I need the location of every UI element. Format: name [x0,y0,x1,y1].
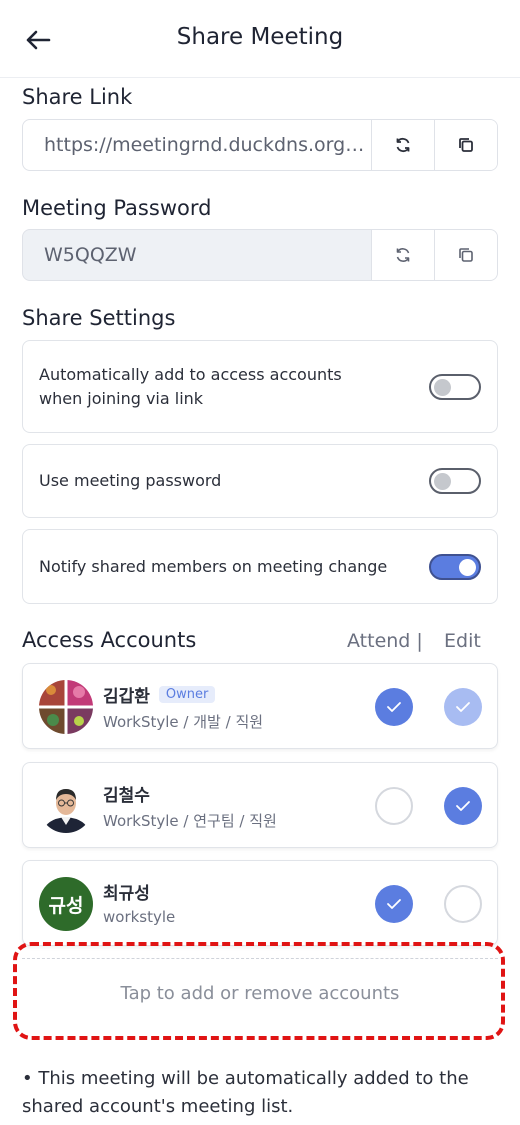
member-card: 김철수 WorkStyle / 연구팀 / 직원 [22,762,498,848]
member-name-text: 최규성 [103,884,150,904]
refresh-icon [396,137,410,153]
member-name-text: 김갑환 [103,687,150,707]
attend-checkbox[interactable] [375,787,413,825]
member-card: 김갑환 Owner WorkStyle / 개발 / 직원 [22,663,498,749]
copy-icon [459,248,473,262]
member-org: WorkStyle / 개발 / 직원 [103,713,264,731]
copy-password-button[interactable] [434,230,497,280]
refresh-password-button[interactable] [371,230,434,280]
copy-link-button[interactable] [434,120,497,170]
check-icon [456,801,470,811]
member-card: 규성 최규성 workstyle [22,860,498,946]
access-accounts-label: Access Accounts [22,628,197,652]
setting-use-password-label: Use meeting password [39,471,222,490]
setting-notify-members: Notify shared members on meeting change [22,529,498,604]
edit-checkbox [444,688,482,726]
edit-checkbox[interactable] [444,787,482,825]
setting-notify-members-label: Notify shared members on meeting change [39,556,388,576]
check-icon [387,702,401,712]
share-link-label: Share Link [22,85,133,109]
setting-use-password: Use meeting password [22,444,498,518]
notify-members-toggle[interactable] [429,553,481,580]
auto-add-toggle[interactable] [429,373,481,400]
meeting-password-field: W5QQZW [22,229,498,281]
member-name: 김철수 [103,781,150,806]
setting-auto-add-label: Automatically add to access accounts whe… [39,364,342,408]
check-icon [387,899,401,909]
page-title: Share Meeting [176,24,344,50]
attend-column-header: Attend | [347,630,423,652]
avatar [39,779,93,833]
use-password-toggle[interactable] [429,468,481,494]
meeting-password-value: W5QQZW [44,244,137,266]
member-org: WorkStyle / 연구팀 / 직원 [103,812,277,830]
avatar-initials: 규성 [48,894,84,917]
check-icon [456,702,470,712]
attend-checkbox[interactable] [375,688,413,726]
share-note: • This meeting will be automatically add… [22,1068,469,1117]
share-link-field: https://meetingrnd.duckdns.org… [22,119,498,171]
member-name-text: 김철수 [103,786,150,806]
refresh-link-button[interactable] [371,120,434,170]
share-link-value[interactable]: https://meetingrnd.duckdns.org… [23,120,371,170]
copy-icon [459,138,473,152]
attend-checkbox[interactable] [375,885,413,923]
member-name: 최규성 [103,879,150,904]
header: Share Meeting [0,0,520,78]
member-org: workstyle [103,908,176,926]
edit-checkbox[interactable] [444,885,482,923]
share-settings-label: Share Settings [22,306,176,330]
refresh-icon [396,248,410,262]
avatar: 규성 [39,877,93,931]
setting-auto-add: Automatically add to access accounts whe… [22,340,498,433]
meeting-password-label: Meeting Password [22,196,212,220]
owner-badge: Owner [158,686,216,703]
edit-column-header: Edit [444,630,481,652]
highlight-box [13,942,505,1040]
member-name: 김갑환 Owner [103,682,216,707]
avatar [39,680,93,734]
